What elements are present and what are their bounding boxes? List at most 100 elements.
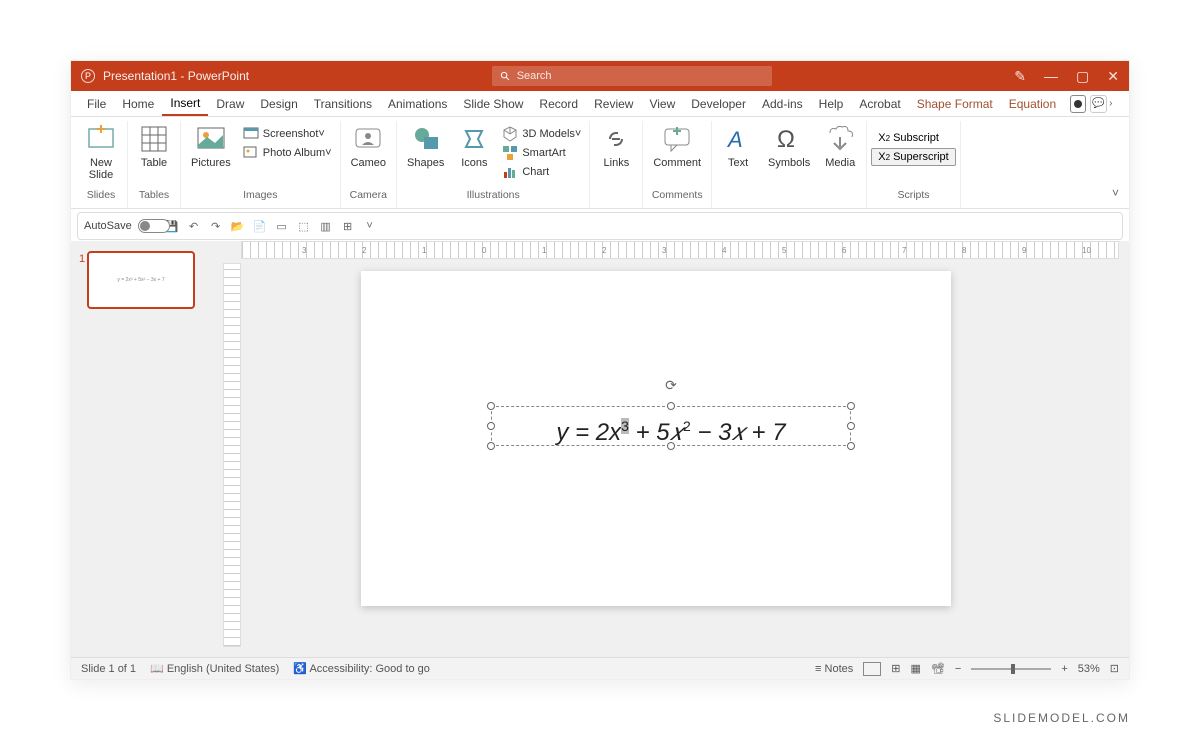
qat-more-icon[interactable]: ˅ <box>362 218 378 234</box>
record-button[interactable] <box>1070 95 1086 113</box>
symbols-button[interactable]: Ω Symbols <box>762 121 816 171</box>
normal-view-icon[interactable] <box>863 662 881 676</box>
quick-access-toolbar: AutoSave Off 💾 ↶ ↷ 📂 📄 ▭ ⬚ ▥ ⊞ ˅ <box>77 212 1123 240</box>
chart-button[interactable]: Chart <box>498 163 585 181</box>
slideshow-view-icon[interactable]: 📽 <box>931 662 945 675</box>
svg-text:A: A <box>726 127 743 152</box>
zoom-level[interactable]: 53% <box>1078 663 1100 675</box>
maximize-button[interactable]: ▢ <box>1076 68 1089 85</box>
menu-animations[interactable]: Animations <box>380 93 455 115</box>
3d-models-button[interactable]: 3D Models ˅ <box>498 125 585 143</box>
slide-counter[interactable]: Slide 1 of 1 <box>81 663 136 675</box>
window-title: Presentation1 - PowerPoint <box>103 69 249 83</box>
language-indicator[interactable]: 📖 English (United States) <box>150 662 279 675</box>
autosave-toggle[interactable] <box>138 219 170 233</box>
menu-slideshow[interactable]: Slide Show <box>455 93 531 115</box>
quick-icon-2[interactable]: ⬚ <box>296 218 312 234</box>
search-box[interactable]: Search <box>492 66 772 86</box>
minimize-button[interactable]: — <box>1044 68 1058 84</box>
subscript-button[interactable]: X2 Subscript <box>871 129 956 147</box>
quick-icon-4[interactable]: ⊞ <box>340 218 356 234</box>
menu-record[interactable]: Record <box>531 93 586 115</box>
work-area: 1 y = 2x³ + 5x² − 3x + 7 321012345678910… <box>71 241 1129 657</box>
zoom-slider[interactable] <box>971 668 1051 670</box>
media-button[interactable]: Media <box>818 121 862 171</box>
new-slide-button[interactable]: New Slide <box>79 121 123 183</box>
resize-handle[interactable] <box>847 402 855 410</box>
menu-bar: File Home Insert Draw Design Transitions… <box>71 91 1129 117</box>
menu-file[interactable]: File <box>79 93 114 115</box>
open-icon[interactable]: 📂 <box>230 218 246 234</box>
vertical-ruler <box>223 263 241 647</box>
new-file-icon[interactable]: 📄 <box>252 218 268 234</box>
menu-insert[interactable]: Insert <box>162 92 208 116</box>
menu-shape-format[interactable]: Shape Format <box>909 93 1001 115</box>
group-camera-label: Camera <box>350 189 387 201</box>
photo-album-button[interactable]: Photo Album ˅ <box>239 144 336 162</box>
menu-developer[interactable]: Developer <box>683 93 754 115</box>
notes-button[interactable]: ≡ Notes <box>815 663 853 675</box>
screenshot-button[interactable]: Screenshot ˅ <box>239 125 336 143</box>
slide-canvas[interactable]: ⟳ y = 2x3 + 5𝑥2 − 3𝑥 + 7 <box>361 271 951 606</box>
thumbnail-number: 1 <box>79 253 85 265</box>
menu-home[interactable]: Home <box>114 93 162 115</box>
menu-help[interactable]: Help <box>811 93 852 115</box>
table-button[interactable]: Table <box>132 121 176 171</box>
links-button[interactable]: Links <box>594 121 638 171</box>
cameo-button[interactable]: Cameo <box>345 121 392 171</box>
horizontal-ruler: 321012345678910 <box>241 241 1119 259</box>
text-button[interactable]: A Text <box>716 121 760 171</box>
menu-acrobat[interactable]: Acrobat <box>851 93 908 115</box>
accessibility-status[interactable]: ♿ Accessibility: Good to go <box>293 662 430 675</box>
menu-equation[interactable]: Equation <box>1001 93 1064 115</box>
resize-handle[interactable] <box>487 402 495 410</box>
group-scripts-label: Scripts <box>897 189 929 201</box>
menu-addins[interactable]: Add-ins <box>754 93 811 115</box>
smartart-button[interactable]: SmartArt <box>498 144 585 162</box>
comment-button[interactable]: Comment <box>647 121 707 171</box>
resize-handle[interactable] <box>847 422 855 430</box>
pin-icon[interactable]: ✎ <box>1014 68 1026 85</box>
icons-button[interactable]: Icons <box>452 121 496 171</box>
resize-handle[interactable] <box>847 442 855 450</box>
group-tables-label: Tables <box>139 189 169 201</box>
close-button[interactable]: ✕ <box>1107 68 1119 85</box>
slide-thumbnail-1[interactable]: 1 y = 2x³ + 5x² − 3x + 7 <box>87 251 195 309</box>
resize-handle[interactable] <box>487 422 495 430</box>
redo-icon[interactable]: ↷ <box>208 218 224 234</box>
menu-view[interactable]: View <box>641 93 683 115</box>
quick-icon-3[interactable]: ▥ <box>318 218 334 234</box>
equation-textbox[interactable]: ⟳ y = 2x3 + 5𝑥2 − 3𝑥 + 7 <box>491 406 851 446</box>
resize-handle[interactable] <box>667 442 675 450</box>
thumbnail-preview-text: y = 2x³ + 5x² − 3x + 7 <box>117 277 164 283</box>
group-comments-label: Comments <box>652 189 703 201</box>
sorter-view-icon[interactable]: ⊞ <box>891 662 900 675</box>
resize-handle[interactable] <box>667 402 675 410</box>
canvas-area: 321012345678910 ⟳ y = 2x3 + 5𝑥2 − 3𝑥 + 7 <box>201 241 1129 657</box>
resize-handle[interactable] <box>487 442 495 450</box>
reading-view-icon[interactable]: ▦ <box>911 662 921 675</box>
quick-icon-1[interactable]: ▭ <box>274 218 290 234</box>
title-bar: P Presentation1 - PowerPoint Search ✎ — … <box>71 61 1129 91</box>
search-placeholder: Search <box>517 70 552 82</box>
ribbon-collapse-icon[interactable]: ˅ <box>1112 186 1119 200</box>
undo-icon[interactable]: ↶ <box>186 218 202 234</box>
autosave-label: AutoSave <box>84 220 132 232</box>
menu-draw[interactable]: Draw <box>208 93 252 115</box>
powerpoint-icon: P <box>81 69 95 83</box>
fit-to-window-icon[interactable]: ⊡ <box>1110 662 1119 675</box>
superscript-button[interactable]: X2 Superscript <box>871 148 956 166</box>
ribbon-expand-icon[interactable]: › <box>1109 98 1121 109</box>
share-button[interactable]: 💬 <box>1090 95 1107 113</box>
pictures-button[interactable]: Pictures <box>185 121 237 171</box>
menu-design[interactable]: Design <box>252 93 305 115</box>
ribbon: New Slide Slides Table Tables Pictures <box>71 117 1129 209</box>
status-bar: Slide 1 of 1 📖 English (United States) ♿… <box>71 657 1129 679</box>
thumbnail-panel: 1 y = 2x³ + 5x² − 3x + 7 <box>71 241 201 657</box>
rotate-handle-icon[interactable]: ⟳ <box>665 377 677 394</box>
menu-review[interactable]: Review <box>586 93 641 115</box>
zoom-in-button[interactable]: + <box>1061 663 1067 675</box>
shapes-button[interactable]: Shapes <box>401 121 450 171</box>
zoom-out-button[interactable]: − <box>955 663 961 675</box>
menu-transitions[interactable]: Transitions <box>306 93 380 115</box>
